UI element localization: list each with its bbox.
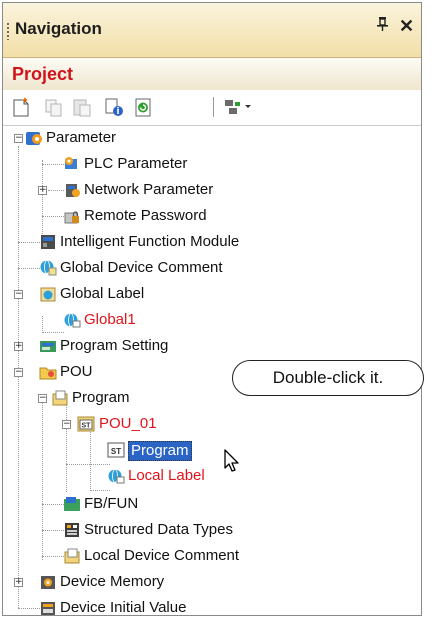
device-comment-icon (39, 259, 57, 277)
collapse-expander[interactable]: − (14, 290, 23, 299)
local-label-icon (107, 467, 125, 485)
tree-item-local-device-comment[interactable]: Local Device Comment (84, 547, 239, 565)
close-icon[interactable]: ✕ (399, 16, 414, 37)
tree-item-program-setting[interactable]: Program Setting (60, 337, 168, 355)
remote-password-icon (63, 207, 81, 225)
tree-item-global1[interactable]: Global1 (84, 311, 136, 329)
new-data-icon[interactable] (11, 96, 33, 118)
toolbar-separator (213, 97, 214, 117)
project-label: Project (12, 64, 74, 84)
global-label-icon (39, 285, 57, 303)
tree-item-device-memory[interactable]: Device Memory (60, 573, 164, 591)
filter-dropdown-icon[interactable] (223, 96, 253, 118)
tree-item-global-device-comment[interactable]: Global Device Comment (60, 259, 223, 277)
navigation-panel: Navigation ✕ Project − Parameter PLC Par… (2, 2, 422, 616)
tree-item-pou[interactable]: POU (60, 363, 93, 381)
refresh-icon[interactable] (133, 96, 155, 118)
collapse-expander[interactable]: − (38, 394, 47, 403)
tree-item-fb-fun[interactable]: FB/FUN (84, 495, 138, 513)
double-click-callout: Double-click it. (232, 360, 424, 396)
device-memory-icon (39, 573, 57, 591)
tree-item-device-initial-value[interactable]: Device Initial Value (60, 599, 186, 617)
properties-icon[interactable] (103, 96, 125, 118)
global-label-item-icon (63, 311, 81, 329)
intelligent-module-icon (39, 233, 57, 251)
tree-item-network-parameter[interactable]: Network Parameter (84, 181, 213, 199)
local-device-comment-icon (63, 547, 81, 565)
program-folder-icon (51, 389, 69, 407)
network-parameter-icon (63, 181, 81, 199)
collapse-expander[interactable]: − (62, 420, 71, 429)
tree-item-pou-01[interactable]: POU_01 (99, 415, 157, 433)
panel-title: Navigation (15, 19, 102, 38)
project-toolbar (3, 91, 421, 126)
tree-item-program-folder[interactable]: Program (72, 389, 130, 407)
paste-icon[interactable] (71, 96, 93, 118)
copy-icon[interactable] (43, 96, 65, 118)
device-initial-value-icon (39, 599, 57, 617)
svg-text:ST: ST (111, 447, 121, 456)
plc-parameter-icon (63, 155, 81, 173)
pou-folder-icon (39, 363, 57, 381)
collapse-expander[interactable]: − (14, 134, 23, 143)
tree-item-global-label[interactable]: Global Label (60, 285, 144, 303)
st-body-icon: ST (107, 441, 125, 459)
tree-item-parameter[interactable]: Parameter (46, 129, 116, 147)
mouse-cursor-icon (222, 448, 244, 474)
structured-data-icon (63, 521, 81, 539)
navigation-title-bar[interactable]: Navigation ✕ (3, 3, 421, 58)
expand-expander[interactable]: + (14, 342, 23, 351)
expand-expander[interactable]: + (14, 578, 23, 587)
st-program-icon: ST (77, 415, 95, 433)
parameter-icon (25, 129, 43, 147)
tree-item-remote-password[interactable]: Remote Password (84, 207, 207, 225)
tree-item-local-label[interactable]: Local Label (128, 467, 205, 485)
tree-item-intelligent-function-module[interactable]: Intelligent Function Module (60, 233, 239, 251)
collapse-expander[interactable]: − (14, 368, 23, 377)
expand-expander[interactable]: + (38, 186, 47, 195)
tree-item-plc-parameter[interactable]: PLC Parameter (84, 155, 187, 173)
tree-item-program-body[interactable]: Program (128, 441, 192, 461)
svg-text:ST: ST (82, 423, 92, 430)
drag-grip-icon[interactable] (6, 22, 10, 40)
fb-fun-icon (63, 495, 81, 513)
tree-item-structured-data-types[interactable]: Structured Data Types (84, 521, 233, 539)
project-view-header: Project (3, 58, 421, 90)
program-setting-icon (39, 337, 57, 355)
pin-icon[interactable] (376, 17, 389, 36)
